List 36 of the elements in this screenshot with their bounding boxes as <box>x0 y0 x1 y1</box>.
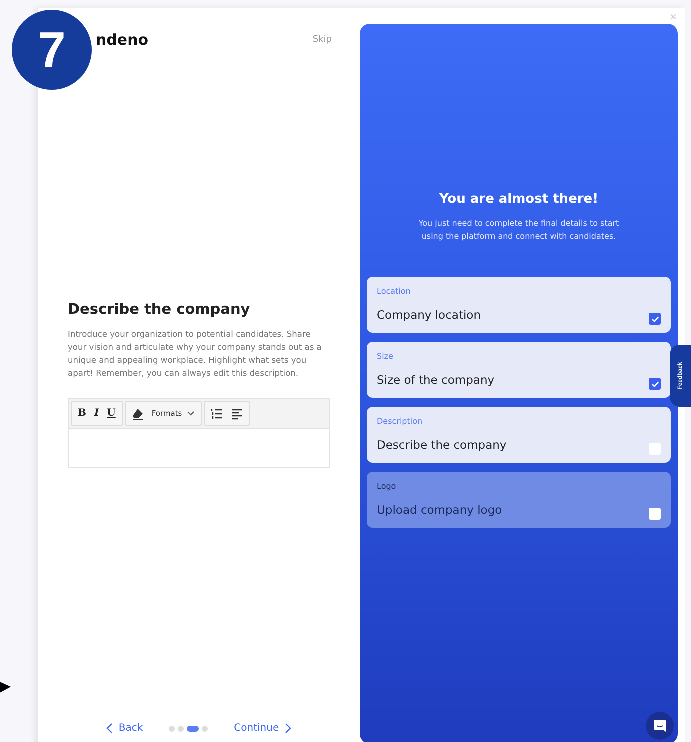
checkbox[interactable] <box>649 313 661 325</box>
card-title: Describe the company <box>377 438 507 452</box>
checkbox[interactable] <box>649 378 661 390</box>
checkbox[interactable] <box>649 508 661 520</box>
cursor-icon <box>0 680 12 694</box>
card-title: Upload company logo <box>377 503 502 517</box>
chevron-right-icon <box>285 723 292 734</box>
italic-button[interactable]: I <box>94 408 100 419</box>
card-title: Company location <box>377 308 481 322</box>
card-label: Size <box>377 352 394 361</box>
back-button[interactable]: Back <box>106 723 144 734</box>
eraser-icon[interactable] <box>132 408 144 420</box>
bold-button[interactable]: B <box>78 408 86 419</box>
numbered-list-icon[interactable] <box>211 408 224 420</box>
card-title: Size of the company <box>377 373 495 387</box>
checklist-card[interactable]: Logo Upload company logo <box>367 472 671 528</box>
step-badge: 7 <box>12 10 92 90</box>
intro-text: Introduce your organization to potential candidates. Share your vision and articulate why your company stands out as a unique and appealing workplace. Highlight what sets you apart! Remember, you can always edit this description. <box>68 328 323 380</box>
checklist-card[interactable]: Description Describe the company <box>367 407 671 463</box>
chat-icon <box>653 719 667 733</box>
panel-title: You are almost there! <box>438 192 600 207</box>
section-title: Describe the company <box>68 302 252 318</box>
panel-subtitle: You just need to complete the final details to start using the platform and connect with candidates. <box>418 218 620 243</box>
chevron-down-icon <box>187 410 196 416</box>
underline-button[interactable]: U <box>107 408 116 419</box>
checklist-card[interactable]: Size Size of the company <box>367 342 671 398</box>
chat-button[interactable] <box>646 712 674 740</box>
card-label: Location <box>377 287 412 296</box>
checklist-card[interactable]: Location Company location <box>367 277 671 333</box>
logo-text: ndeno <box>96 31 149 49</box>
checkbox[interactable] <box>649 443 661 455</box>
align-left-icon[interactable] <box>231 408 244 420</box>
card-label: Logo <box>377 482 398 491</box>
card-label: Description <box>377 417 424 426</box>
chevron-left-icon <box>106 723 113 734</box>
continue-button[interactable]: Continue <box>234 723 292 734</box>
